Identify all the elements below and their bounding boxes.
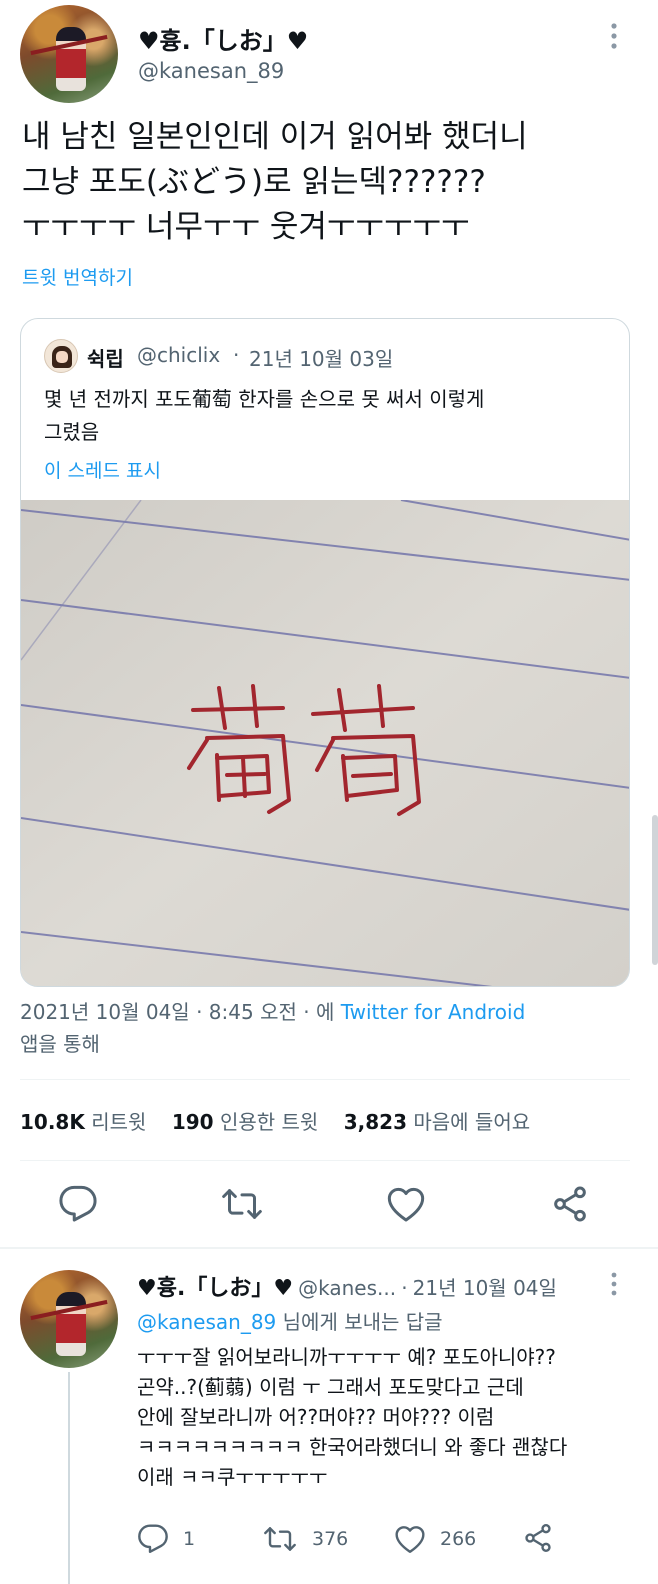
like-count: 266 xyxy=(440,1528,477,1550)
share-icon[interactable] xyxy=(522,1522,554,1554)
reply-text-line: 안에 잘보라니까 어??머야?? 머야??? 이럼 xyxy=(137,1405,495,1429)
replying-to-handle[interactable]: @kanesan_89 xyxy=(137,1310,276,1334)
retweet-count: 10.8K xyxy=(20,1110,85,1134)
quoted-date: 21년 10월 03일 xyxy=(249,347,394,371)
reply-author-avatar[interactable] xyxy=(20,1270,118,1368)
reply-text: ㅜㅜㅜ잘 읽어보라니까ㅜㅜㅜㅜ 예? 포도아니야?? 곤약..?(蓟蒻) 이럼 … xyxy=(137,1342,647,1492)
separator: · xyxy=(233,343,240,367)
reply-date[interactable]: 21년 10월 04일 xyxy=(413,1276,557,1300)
scrollbar[interactable] xyxy=(652,815,658,965)
separator: · xyxy=(401,1276,408,1300)
reply-like-button[interactable]: 266 xyxy=(394,1522,476,1556)
reply-text-line: 곤약..?(蓟蒻) 이럼 ㅜ 그래서 포도맞다고 근데 xyxy=(137,1375,524,1399)
divider xyxy=(20,1160,630,1161)
notebook-paper-image xyxy=(21,499,629,986)
like-stat[interactable]: 3,823 마음에 들어요 xyxy=(344,1110,530,1134)
reply-reply-button[interactable]: 1 xyxy=(137,1522,195,1556)
reply-text-line: 이래 ㅋㅋ쿠ㅜㅜㅜㅜㅜ xyxy=(137,1465,328,1489)
avatar-figure xyxy=(56,27,86,91)
divider xyxy=(20,1079,630,1080)
tweet-text-line: 내 남친 일본인인데 이거 읽어봐 했더니 xyxy=(22,119,528,155)
tweet-text-line: ㅜㅜㅜㅜ 너무ㅜㅜ 웃겨ㅜㅜㅜㅜㅜ xyxy=(22,209,470,245)
tweet-meta: 2021년 10월 04일 · 8:45 오전 · 에 Twitter for … xyxy=(20,996,640,1060)
section-divider xyxy=(0,1247,658,1249)
author-handle[interactable]: @kanesan_89 xyxy=(138,59,284,83)
thread-line xyxy=(68,1372,70,1584)
tweet-text: 내 남친 일본인인데 이거 읽어봐 했더니 그냥 포도(ぶどう)로 읽는덱???… xyxy=(22,115,642,250)
via-suffix: 앱을 통해 xyxy=(20,1032,100,1056)
quote-stat[interactable]: 190 인용한 트윗 xyxy=(172,1110,318,1134)
quoted-tweet-text: 몇 년 전까지 포도葡萄 한자를 손으로 못 써서 이렇게 그렸음 xyxy=(44,383,614,449)
tweet-stats: 10.8K 리트윗 190 인용한 트윗 3,823 마음에 들어요 xyxy=(20,1106,530,1135)
source-link[interactable]: Twitter for Android xyxy=(341,1000,526,1024)
more-vertical-icon[interactable] xyxy=(602,1268,626,1300)
retweet-count: 376 xyxy=(312,1528,349,1550)
separator: · xyxy=(303,1000,310,1024)
share-icon[interactable] xyxy=(550,1184,590,1224)
reply-icon xyxy=(137,1523,169,1555)
tweet-text-line: 그냥 포도(ぶどう)로 읽는덱?????? xyxy=(22,164,486,200)
retweet-icon xyxy=(264,1523,296,1555)
retweet-stat[interactable]: 10.8K 리트윗 xyxy=(20,1110,146,1134)
avatar-face xyxy=(56,351,68,363)
author-avatar[interactable] xyxy=(20,5,118,103)
tweet-time[interactable]: 8:45 오전 xyxy=(209,1000,297,1024)
retweet-label: 리트윗 xyxy=(91,1110,147,1134)
like-label: 마음에 들어요 xyxy=(413,1110,531,1134)
author-name[interactable]: ♥흉.「しお」♥ xyxy=(138,21,308,56)
via-prefix: 에 xyxy=(315,1000,335,1024)
quote-label: 인용한 트윗 xyxy=(219,1110,319,1134)
paper xyxy=(21,500,629,986)
like-icon xyxy=(394,1523,426,1555)
separator: · xyxy=(196,1000,203,1024)
replying-to-label: 님에게 보내는 답글 xyxy=(282,1310,443,1334)
show-thread-link[interactable]: 이 스레드 표시 xyxy=(44,456,161,483)
avatar-figure xyxy=(56,1292,86,1356)
more-vertical-icon[interactable] xyxy=(602,16,626,56)
quoted-author-avatar xyxy=(44,339,78,373)
quote-count: 190 xyxy=(171,1110,214,1134)
reply-author-handle[interactable]: @kanes... xyxy=(298,1276,396,1300)
translate-tweet-link[interactable]: 트윗 번역하기 xyxy=(22,263,133,290)
quoted-author-name: 쉭립 xyxy=(87,347,124,371)
reply-author-name[interactable]: ♥흉.「しお」♥ xyxy=(137,1276,293,1301)
reply-header: ♥흉.「しお」♥ @kanes... · 21년 10월 04일 xyxy=(137,1270,607,1302)
quoted-tweet-card[interactable]: 쉭립 @chiclix · 21년 10월 03일 몇 년 전까지 포도葡萄 한… xyxy=(20,318,630,987)
reply-text-line: ㅜㅜㅜ잘 읽어보라니까ㅜㅜㅜㅜ 예? 포도아니야?? xyxy=(137,1345,556,1369)
quoted-author-handle: @chiclix xyxy=(137,343,221,367)
quoted-text-line: 몇 년 전까지 포도葡萄 한자를 손으로 못 써서 이렇게 xyxy=(44,387,485,411)
reply-count: 1 xyxy=(183,1528,196,1550)
quoted-tweet-photo[interactable] xyxy=(21,499,629,986)
replying-to: @kanesan_89 님에게 보내는 답글 xyxy=(137,1306,443,1335)
reply-icon[interactable] xyxy=(58,1184,98,1224)
reply-text-line: ㅋㅋㅋㅋㅋㅋㅋㅋㅋ 한국어라했더니 와 좋다 괜찮다 xyxy=(137,1435,568,1459)
reply-retweet-button[interactable]: 376 xyxy=(264,1522,348,1556)
quoted-text-line: 그렸음 xyxy=(44,420,100,444)
like-count: 3,823 xyxy=(343,1110,408,1134)
tweet-date[interactable]: 2021년 10월 04일 xyxy=(20,1000,190,1024)
like-icon[interactable] xyxy=(386,1184,426,1224)
retweet-icon[interactable] xyxy=(222,1184,262,1224)
